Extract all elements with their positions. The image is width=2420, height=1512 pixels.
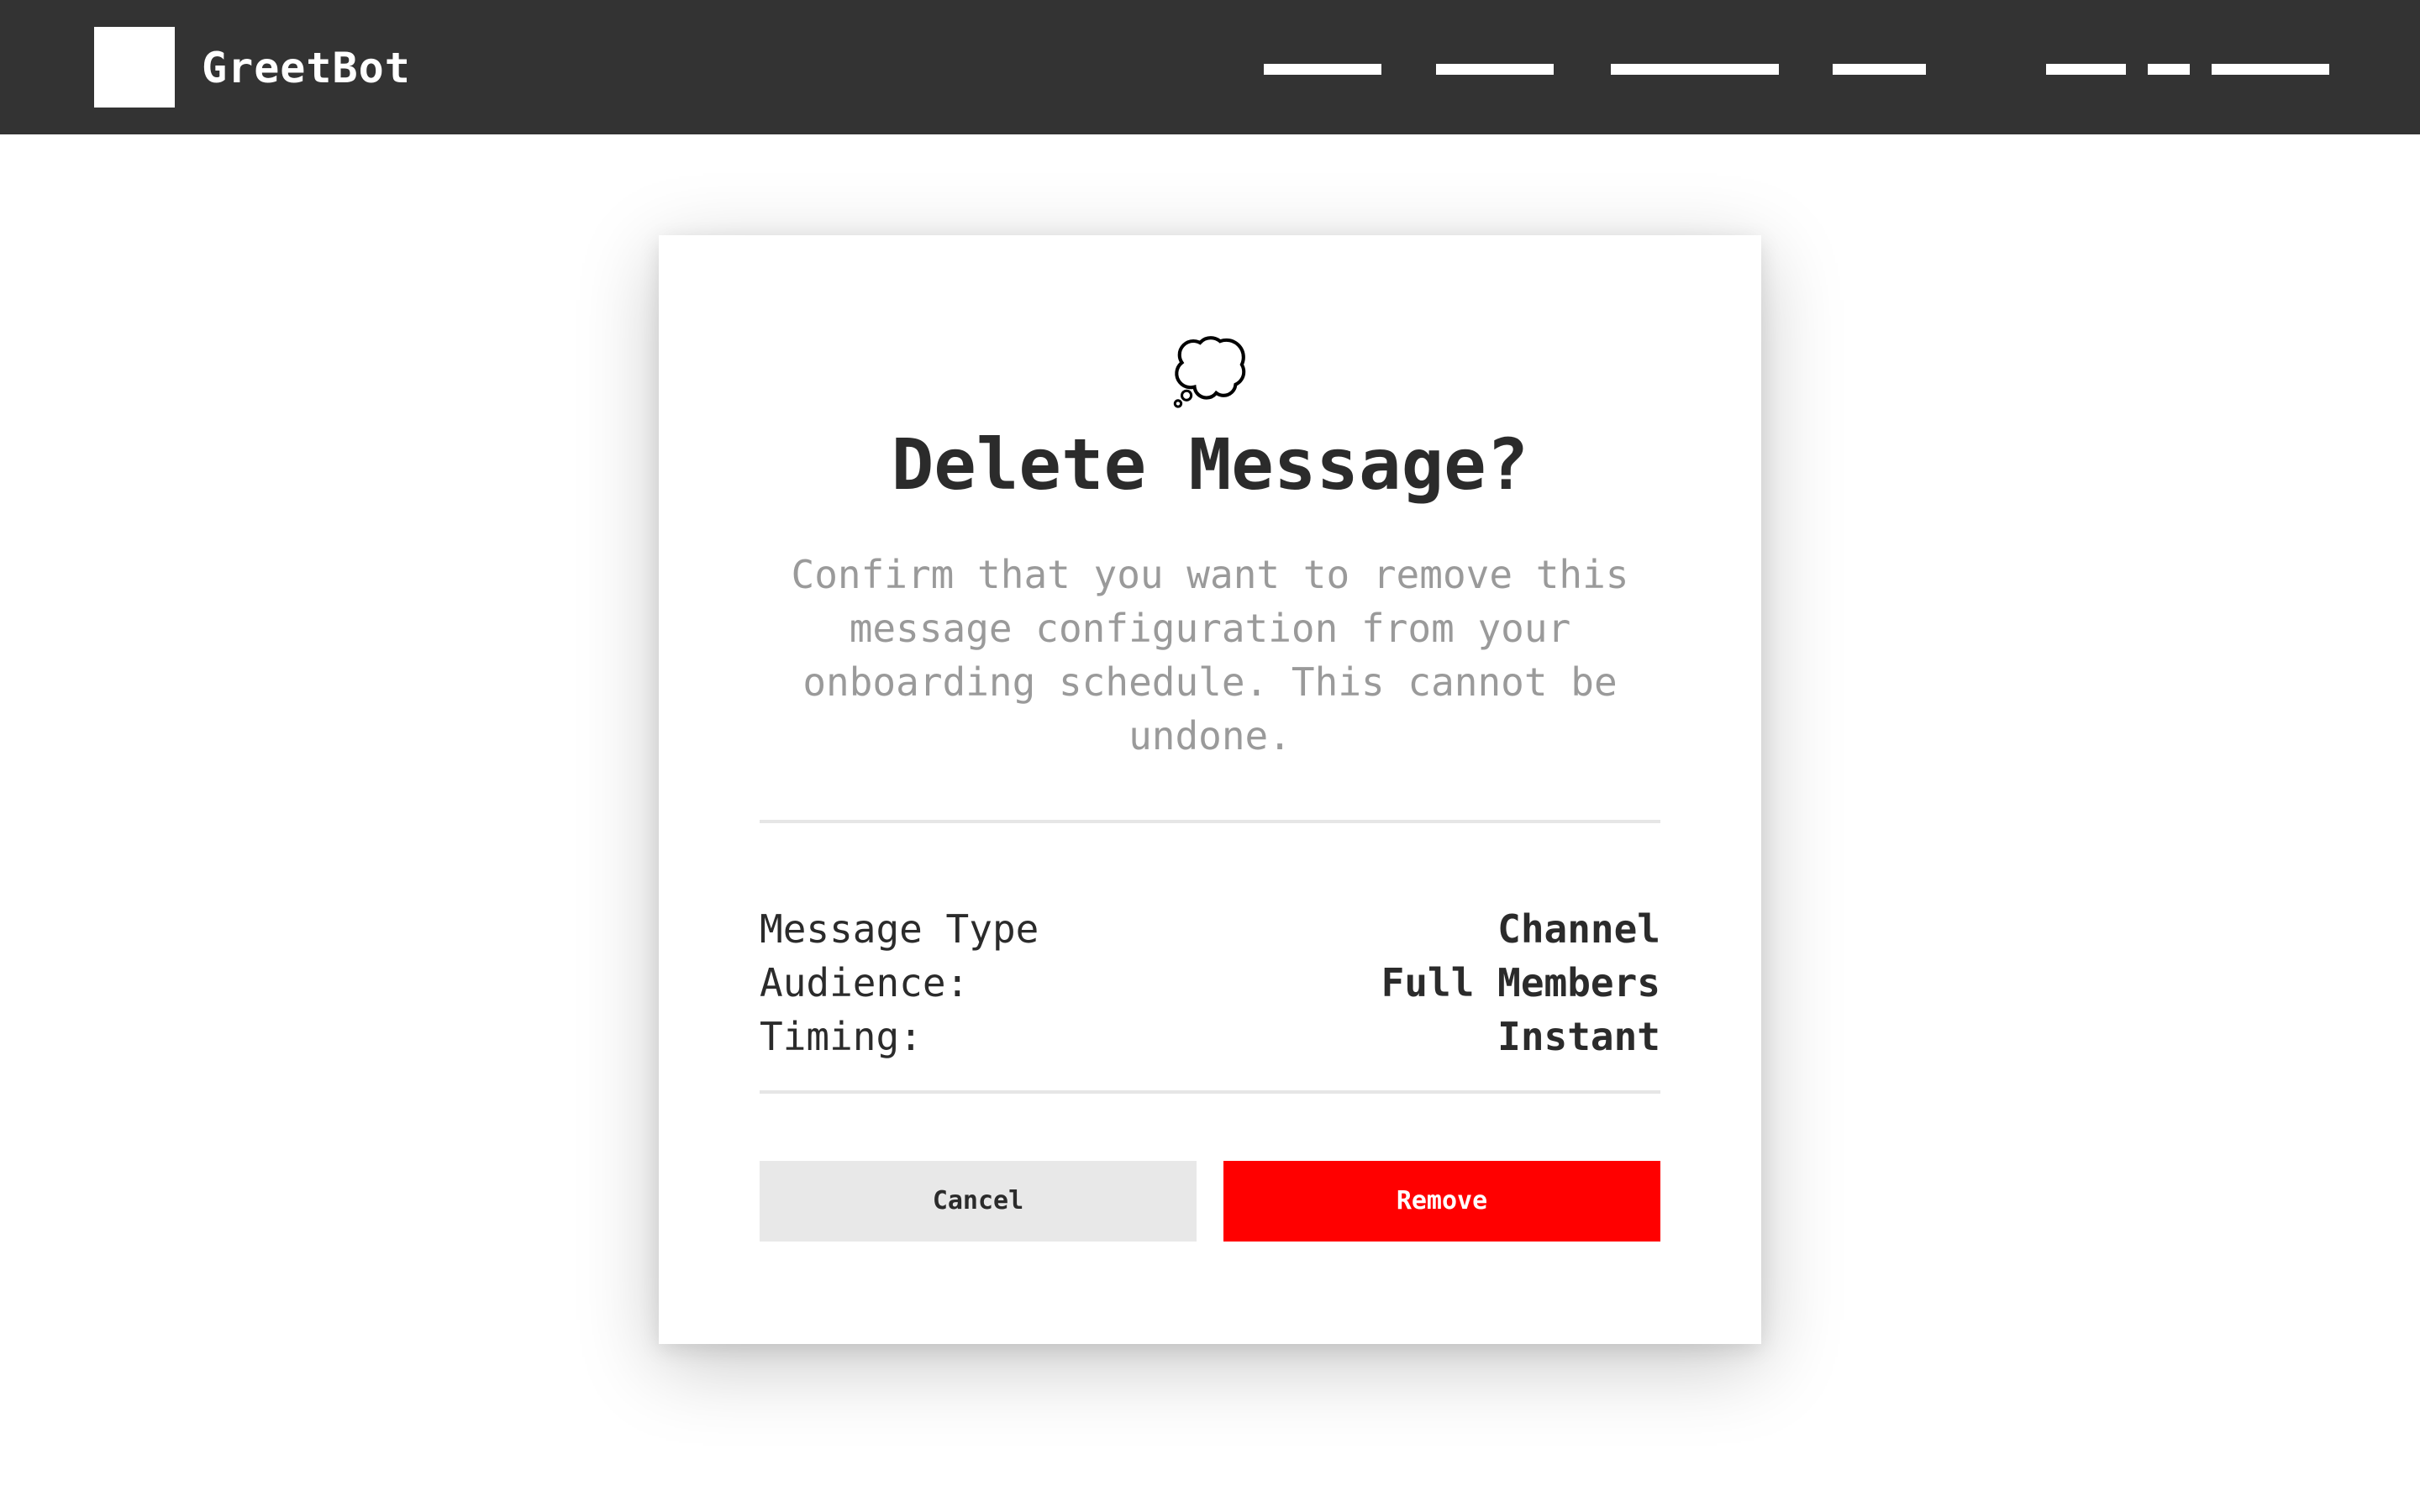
nav-link-placeholder-5[interactable] <box>2046 64 2126 75</box>
nav-link-placeholder-1[interactable] <box>1264 64 1381 75</box>
detail-row-message-type: Message Type Channel <box>760 902 1660 956</box>
detail-value: Full Members <box>1381 960 1660 1005</box>
detail-value: Channel <box>1497 906 1660 952</box>
square-logo-icon[interactable] <box>94 27 175 108</box>
divider-top <box>760 820 1660 823</box>
cancel-button[interactable]: Cancel <box>760 1161 1197 1242</box>
detail-label: Message Type <box>760 906 1039 952</box>
detail-value: Instant <box>1497 1014 1660 1059</box>
thought-bubble-icon: 💭 <box>1171 336 1249 408</box>
nav-link-placeholder-2[interactable] <box>1436 64 1554 75</box>
divider-bottom <box>760 1090 1660 1094</box>
nav-link-placeholder-3[interactable] <box>1611 64 1779 75</box>
dialog-title: Delete Message? <box>891 423 1529 506</box>
top-navigation-bar: GreetBot <box>0 0 2420 134</box>
delete-message-dialog: 💭 Delete Message? Confirm that you want … <box>659 235 1761 1344</box>
detail-label: Audience: <box>760 960 970 1005</box>
remove-button[interactable]: Remove <box>1223 1161 1660 1242</box>
detail-row-audience: Audience: Full Members <box>760 956 1660 1010</box>
brand-name[interactable]: GreetBot <box>202 39 411 97</box>
nav-link-placeholder-6[interactable] <box>2148 64 2190 75</box>
nav-link-placeholder-7[interactable] <box>2212 64 2329 75</box>
detail-row-timing: Timing: Instant <box>760 1010 1660 1063</box>
detail-label: Timing: <box>760 1014 923 1059</box>
nav-link-placeholder-4[interactable] <box>1833 64 1926 75</box>
dialog-description: Confirm that you want to remove this mes… <box>791 552 1629 759</box>
